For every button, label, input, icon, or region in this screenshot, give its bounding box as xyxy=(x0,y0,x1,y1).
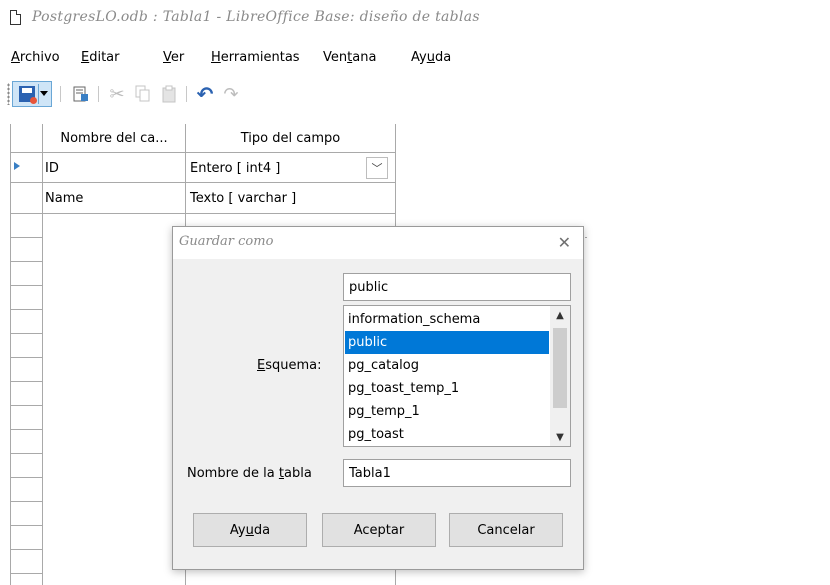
menu-ventana[interactable]: Ventana xyxy=(323,50,376,65)
save-as-dialog: Guardar como ✕ public Esquema: informati… xyxy=(172,226,584,570)
grid-line xyxy=(10,549,42,550)
copy-button[interactable] xyxy=(130,81,156,107)
index-design-icon xyxy=(73,86,88,102)
window-title: PostgresLO.odb : Tabla1 - LibreOffice Ba… xyxy=(32,9,480,25)
grid-line xyxy=(10,213,396,214)
list-item[interactable]: pg_toast_temp_1 xyxy=(345,377,549,400)
grid-line xyxy=(10,381,42,382)
close-icon[interactable]: ✕ xyxy=(558,233,571,252)
grid-line xyxy=(10,477,42,478)
chevron-down-icon: ﹀ xyxy=(371,162,383,175)
grid-line xyxy=(10,182,396,183)
grid-line xyxy=(10,237,42,238)
grid-line xyxy=(10,573,42,574)
grid-line xyxy=(10,261,42,262)
toolbar-separator xyxy=(186,86,187,102)
grid-line xyxy=(585,237,587,238)
list-item[interactable]: pg_toast xyxy=(345,423,549,446)
menu-editar[interactable]: Editar xyxy=(81,50,120,65)
save-button[interactable] xyxy=(12,81,52,107)
grid-line xyxy=(10,405,42,406)
grid-line xyxy=(10,453,42,454)
menu-bar: Archivo Editar Ver Herramientas Ventana … xyxy=(0,45,830,69)
scrollbar-thumb[interactable] xyxy=(553,328,567,408)
chevron-down-icon[interactable] xyxy=(40,91,48,96)
paste-icon xyxy=(162,85,176,103)
field-type-cell[interactable]: Entero [ int4 ] xyxy=(190,154,280,182)
grid-line xyxy=(10,124,11,585)
list-item-selected[interactable]: public xyxy=(345,331,549,354)
field-name-cell[interactable]: Name xyxy=(45,184,83,212)
redo-icon: ↷ xyxy=(223,83,239,105)
schema-label: Esquema: xyxy=(257,358,322,373)
document-icon xyxy=(10,10,21,25)
chevron-up-icon[interactable]: ▲ xyxy=(550,306,570,324)
grid-line xyxy=(42,124,43,585)
column-header-field-type[interactable]: Tipo del campo xyxy=(186,124,395,152)
grid-line xyxy=(10,525,42,526)
menu-archivo[interactable]: Archivo xyxy=(11,50,60,65)
grid-line xyxy=(10,285,42,286)
grid-line xyxy=(10,429,42,430)
copy-icon xyxy=(135,85,150,102)
list-item[interactable]: pg_temp_1 xyxy=(345,400,549,423)
field-type-cell[interactable]: Texto [ varchar ] xyxy=(190,184,296,212)
table-name-input[interactable]: Tabla1 xyxy=(343,459,571,487)
undo-button[interactable]: ↶ xyxy=(192,81,218,107)
field-type-dropdown-button[interactable]: ﹀ xyxy=(366,157,388,179)
listbox-scrollbar[interactable]: ▲ ▼ xyxy=(550,306,570,446)
column-header-field-name[interactable]: Nombre del ca... xyxy=(43,124,185,152)
current-row-marker-icon xyxy=(14,162,20,170)
cancel-button[interactable]: Cancelar xyxy=(449,513,563,547)
list-item[interactable]: pg_catalog xyxy=(345,354,549,377)
menu-herramientas[interactable]: Herramientas xyxy=(211,50,300,65)
menu-ver[interactable]: Ver xyxy=(163,50,184,65)
save-split-divider xyxy=(38,84,39,104)
accept-button[interactable]: Aceptar xyxy=(322,513,436,547)
toolbar-separator xyxy=(98,86,99,102)
cut-button[interactable]: ✂ xyxy=(104,81,130,107)
cut-icon: ✂ xyxy=(109,83,125,105)
list-item[interactable]: information_schema xyxy=(345,308,549,331)
schema-combobox-input[interactable]: public xyxy=(343,273,571,301)
chevron-down-icon[interactable]: ▼ xyxy=(550,428,570,446)
toolbar-separator xyxy=(60,86,61,102)
help-button[interactable]: Ay u da xyxy=(193,513,307,547)
dialog-title: Guardar como xyxy=(179,234,274,249)
standard-toolbar: ✂ ↶ ↷ xyxy=(0,78,830,112)
grid-line xyxy=(10,501,42,502)
dialog-titlebar: Guardar como ✕ xyxy=(173,227,583,259)
grid-line xyxy=(10,357,42,358)
menu-ayuda[interactable]: Ayuda xyxy=(411,50,451,65)
grid-line xyxy=(10,152,396,153)
save-icon xyxy=(19,86,37,104)
paste-button[interactable] xyxy=(156,81,182,107)
field-name-cell[interactable]: ID xyxy=(45,154,59,182)
table-name-label: Nombre de la tabla xyxy=(187,466,312,481)
schema-listbox[interactable]: information_schema public pg_catalog pg_… xyxy=(343,305,571,447)
undo-icon: ↶ xyxy=(196,82,214,106)
toolbar-grip[interactable] xyxy=(7,83,10,105)
grid-line xyxy=(10,333,42,334)
window-titlebar: PostgresLO.odb : Tabla1 - LibreOffice Ba… xyxy=(0,0,830,40)
redo-button[interactable]: ↷ xyxy=(218,81,244,107)
index-design-button[interactable] xyxy=(68,81,94,107)
grid-line xyxy=(10,309,42,310)
